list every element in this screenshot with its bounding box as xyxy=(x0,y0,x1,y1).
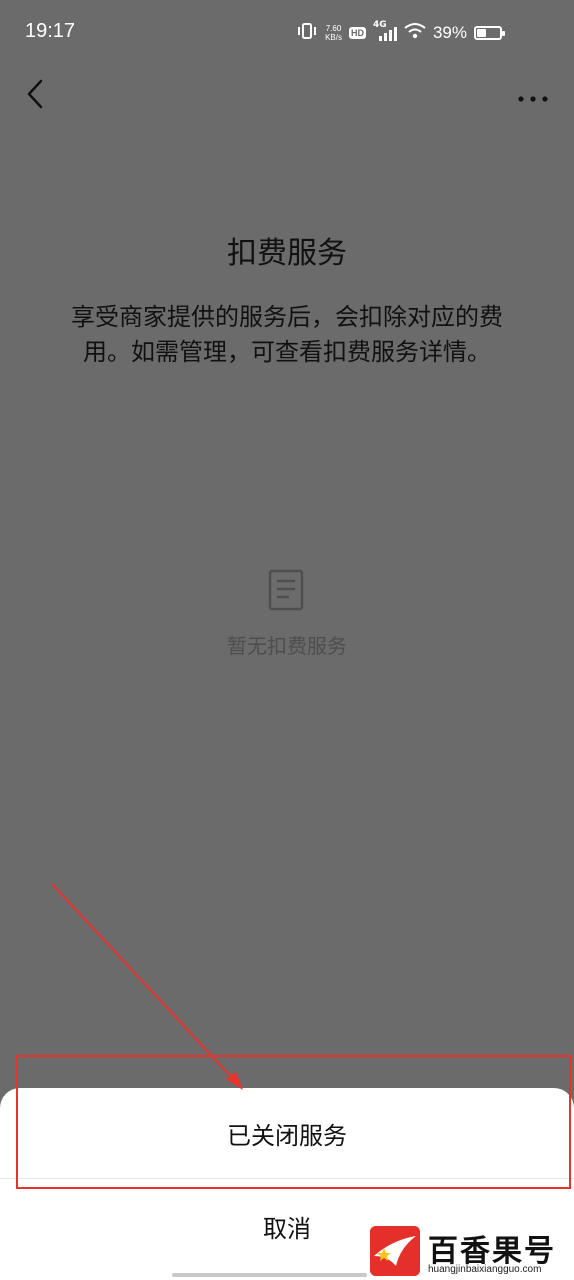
watermark-logo-icon xyxy=(370,1226,420,1276)
back-button[interactable] xyxy=(20,78,50,114)
document-icon xyxy=(267,568,305,612)
home-indicator xyxy=(172,1273,367,1277)
watermark: 百香果号 huangjinbaixiangguo.com xyxy=(370,1226,570,1278)
battery-icon xyxy=(474,26,505,40)
status-bar: 19:17 7.60 KB/s HD 4G 39% xyxy=(0,0,574,64)
empty-state-text: 暂无扣费服务 xyxy=(227,634,347,658)
network-speed: 7.60 KB/s xyxy=(325,24,342,42)
more-button[interactable] xyxy=(516,82,550,110)
battery-percent: 39% xyxy=(432,23,467,42)
network-speed-value: 7.60 xyxy=(325,24,342,33)
annotation-highlight-box xyxy=(16,1055,571,1189)
wifi-icon xyxy=(404,22,426,44)
status-time: 19:17 xyxy=(25,20,76,42)
network-speed-unit: KB/s xyxy=(325,33,342,42)
status-icons: 7.60 KB/s HD 4G 39% xyxy=(296,20,505,46)
watermark-url: huangjinbaixiangguo.com xyxy=(428,1264,542,1275)
network-type-label: 4G xyxy=(372,20,387,30)
page-title: 扣费服务 xyxy=(227,236,347,271)
battery-fill xyxy=(477,29,486,37)
vibrate-icon xyxy=(296,22,318,44)
chevron-left-icon xyxy=(25,78,45,114)
signal-icon: 4G xyxy=(373,20,397,42)
more-dots-icon xyxy=(518,87,548,106)
hd-badge: HD xyxy=(348,27,366,39)
page-description: 享受商家提供的服务后，会扣除对应的费用。如需管理，可查看扣费服务详情。 xyxy=(71,303,503,366)
